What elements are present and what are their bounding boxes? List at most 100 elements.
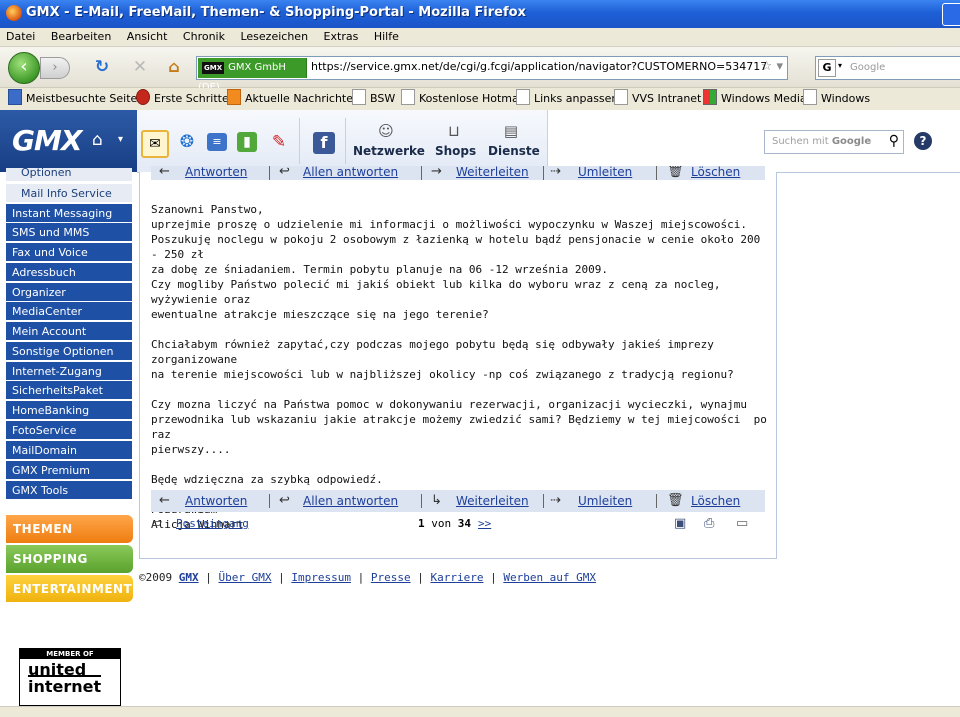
bookmark-meistbesuchte[interactable]: Meistbesuchte Seiten [8, 88, 144, 110]
next-page-link[interactable]: >> [478, 517, 491, 530]
home-icon[interactable]: ⌂ [164, 57, 184, 77]
menu-hilfe[interactable]: Hilfe [374, 28, 399, 46]
url-bar[interactable]: GMXGMX GmbH (DE) https://service.gmx.net… [196, 56, 788, 93]
mail-paragraph: Chciałabym również zapytać,czy podczas m… [151, 338, 734, 381]
bookmark-vvs-intranet[interactable]: VVS Intranet [614, 88, 701, 110]
menu-lesezeichen[interactable]: Lesezeichen [240, 28, 308, 46]
tool-netzwerke[interactable]: Netzwerke [353, 144, 425, 158]
reload-icon[interactable]: ↻ [92, 57, 112, 77]
menu-ansicht[interactable]: Ansicht [127, 28, 168, 46]
google-engine-icon[interactable]: G [818, 59, 836, 77]
facebook-icon[interactable]: f [313, 132, 335, 154]
sidebar: Optionen Mail Info Service Instant Messa… [0, 167, 137, 716]
sidebar-item-internet-zugang[interactable]: Internet-Zugang [6, 362, 132, 381]
sidebar-item-maildomain[interactable]: MailDomain [6, 441, 132, 460]
browser-search-input[interactable]: Google [850, 57, 885, 79]
bookmark-bsw[interactable]: BSW [352, 88, 395, 110]
trash-icon[interactable]: 🗑 [667, 490, 684, 512]
gmx-logo[interactable]: GMX ⌂ ▾ [0, 110, 137, 172]
bookmark-windows-media[interactable]: Windows Media [703, 88, 807, 110]
sidebar-item-mediacenter[interactable]: MediaCenter [6, 302, 132, 321]
reply-all-icon[interactable]: ↩ [279, 166, 290, 180]
sidebar-item-gmx-premium[interactable]: GMX Premium [6, 461, 132, 480]
search-icon[interactable]: ⚲ [889, 133, 899, 149]
sidebar-item-instant-messaging[interactable]: Instant Messaging [6, 204, 132, 223]
reply-icon[interactable]: ← [159, 490, 170, 512]
menu-bearbeiten[interactable]: Bearbeiten [51, 28, 111, 46]
print-icon[interactable]: ⎙ [704, 516, 714, 531]
footer-link-werben[interactable]: Werben auf GMX [503, 571, 596, 584]
menu-chronik[interactable]: Chronik [183, 28, 225, 46]
forward-button[interactable]: Weiterleiten [456, 166, 529, 180]
reply-all-button[interactable]: Allen antworten [303, 166, 398, 180]
forward-button[interactable]: › [40, 57, 70, 79]
save-icon[interactable]: ▣ [674, 516, 686, 531]
sidebar-item-fotoservice[interactable]: FotoService [6, 421, 132, 440]
footer-gmx-link[interactable]: GMX [179, 571, 199, 584]
window-control-button[interactable] [942, 3, 960, 26]
tool-shops[interactable]: Shops [435, 144, 476, 158]
feed-icon[interactable]: ≡ [207, 133, 227, 151]
category-entertainment[interactable]: ENTERTAINMENT [6, 575, 133, 602]
bookmark-aktuelle-nachrichten[interactable]: Aktuelle Nachrichten [227, 88, 360, 110]
sidebar-item-sms-und-mms[interactable]: SMS und MMS [6, 223, 132, 242]
bookmark-kostenlose-hotmail[interactable]: Kostenlose Hotmail [401, 88, 525, 110]
sidebar-item-organizer[interactable]: Organizer [6, 283, 132, 302]
gmx-search-box[interactable]: Suchen mit Google ⚲ [764, 130, 904, 154]
redirect-button[interactable]: Umleiten [578, 490, 632, 512]
sidebar-item-sonstige-optionen[interactable]: Sonstige Optionen [6, 342, 132, 361]
redirect-icon[interactable]: ⇢ [550, 166, 561, 180]
delete-button[interactable]: Löschen [691, 490, 740, 512]
sidebar-item-adressbuch[interactable]: Adressbuch [6, 263, 132, 282]
menu-extras[interactable]: Extras [324, 28, 359, 46]
chevron-down-icon[interactable]: ▾ [118, 134, 123, 145]
sidebar-item-mail-info-service[interactable]: Mail Info Service [6, 184, 132, 203]
forward-button[interactable]: Weiterleiten [456, 490, 529, 512]
forward-icon[interactable]: ↳ [431, 490, 442, 512]
mail-icon[interactable]: ✉ [141, 130, 169, 158]
tool-dienste[interactable]: Dienste [488, 144, 540, 158]
bookmark-star-icon[interactable]: ☆ ▾ [761, 57, 783, 77]
messenger-icon[interactable]: ❂ [175, 130, 199, 154]
sidebar-item-homebanking[interactable]: HomeBanking [6, 401, 132, 420]
sidebar-item-optionen[interactable]: Optionen [6, 167, 132, 182]
home-icon[interactable]: ⌂ [92, 130, 103, 150]
stop-icon[interactable]: ✕ [130, 57, 150, 77]
sidebar-item-fax-und-voice[interactable]: Fax und Voice [6, 243, 132, 262]
bookmark-windows[interactable]: Windows [803, 88, 870, 110]
gmx-search-input[interactable]: Suchen mit Google [772, 131, 871, 153]
engine-dropdown-icon[interactable]: ▾ [838, 61, 842, 70]
category-shopping[interactable]: SHOPPING [6, 545, 133, 573]
reply-button[interactable]: Antworten [185, 166, 247, 180]
gmx-tool-strip: ✉ ❂ ≡ ▮ ✎ f ☺ Netzwerke ⊔ Shops ▤ Dienst… [137, 110, 548, 172]
browser-search-box[interactable]: G ▾ Google [815, 56, 960, 80]
footer-link-presse[interactable]: Presse [371, 571, 411, 584]
inbox-link[interactable]: Posteingang [176, 517, 249, 530]
delete-button[interactable]: Löschen [691, 166, 740, 180]
help-icon[interactable]: ? [914, 132, 932, 150]
bookmark-erste-schritte[interactable]: Erste Schritte [136, 88, 229, 110]
forward-icon[interactable]: → [431, 166, 442, 180]
reply-icon[interactable]: ← [159, 166, 170, 180]
footer-link-karriere[interactable]: Karriere [430, 571, 483, 584]
reply-all-button[interactable]: Allen antworten [303, 490, 398, 512]
category-themen[interactable]: THEMEN [6, 515, 133, 543]
site-identity-badge[interactable]: GMXGMX GmbH (DE) [198, 58, 307, 93]
reply-all-icon[interactable]: ↩ [279, 490, 290, 512]
redirect-icon[interactable]: ⇢ [550, 490, 561, 512]
view-source-icon[interactable]: ▭ [736, 516, 748, 531]
pin-icon[interactable]: ✎ [267, 130, 291, 154]
redirect-button[interactable]: Umleiten [578, 166, 632, 180]
back-button[interactable]: ‹ [8, 52, 40, 84]
sidebar-item-mein-account[interactable]: Mein Account [6, 322, 132, 341]
sidebar-item-sicherheitspaket[interactable]: SicherheitsPaket [6, 381, 132, 400]
sidebar-item-gmx-tools[interactable]: GMX Tools [6, 481, 132, 500]
footer-link-ueber-gmx[interactable]: Über GMX [219, 571, 272, 584]
notebook-icon[interactable]: ▮ [237, 132, 257, 152]
menu-datei[interactable]: Datei [6, 28, 35, 46]
footer-link-impressum[interactable]: Impressum [291, 571, 351, 584]
trash-icon[interactable]: 🗑 [667, 166, 684, 180]
bookmark-links-anpassen[interactable]: Links anpassen [516, 88, 618, 110]
reply-button[interactable]: Antworten [185, 490, 247, 512]
url-input[interactable]: https://service.gmx.net/de/cgi/g.fcgi/ap… [311, 57, 766, 77]
